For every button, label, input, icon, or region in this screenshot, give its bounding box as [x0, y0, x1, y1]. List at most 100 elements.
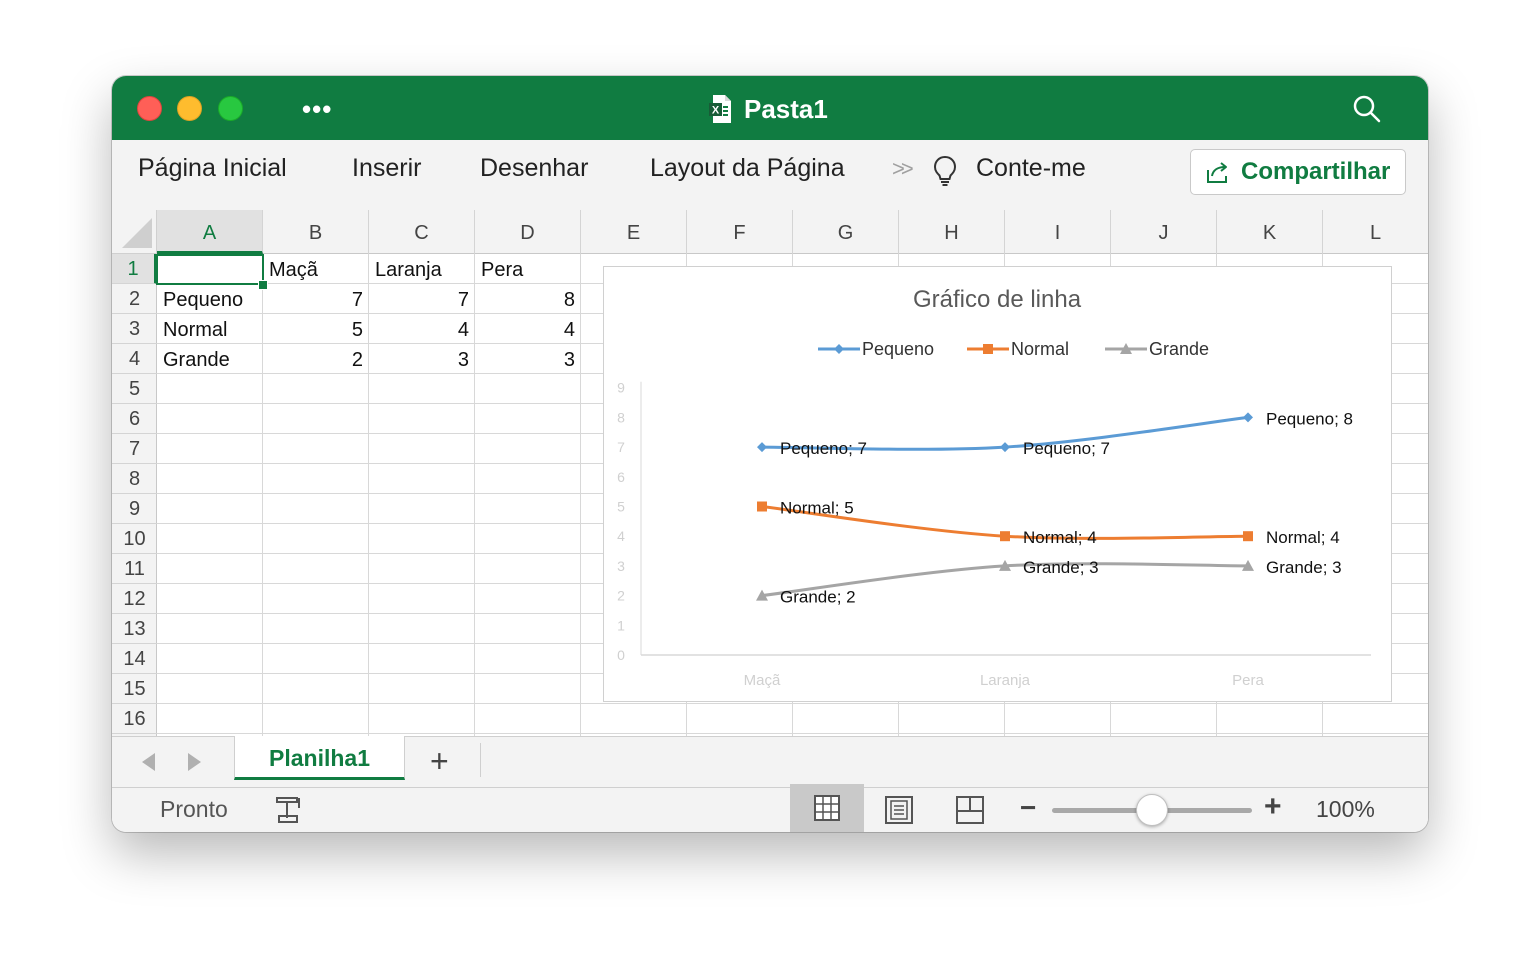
tab-desenhar[interactable]: Desenhar — [480, 154, 588, 183]
data-label-pequeno: Pequeno; 7 — [1023, 439, 1110, 458]
add-sheet-button[interactable]: + — [430, 743, 449, 780]
column-header-f[interactable]: F — [687, 210, 793, 254]
share-button[interactable]: Compartilhar — [1190, 149, 1406, 195]
column-header-i[interactable]: I — [1005, 210, 1111, 254]
row-header-10[interactable]: 10 — [112, 524, 157, 554]
select-all-corner[interactable] — [112, 210, 157, 254]
normal-view-button[interactable] — [790, 784, 864, 832]
y-tick-label: 8 — [617, 409, 625, 425]
lightbulb-icon[interactable] — [932, 154, 958, 188]
row-header-16[interactable]: 16 — [112, 704, 157, 734]
data-label-normal: Normal; 5 — [780, 499, 854, 518]
share-label: Compartilhar — [1241, 158, 1391, 185]
zoom-in-button[interactable]: + — [1264, 790, 1282, 824]
tab-inserir[interactable]: Inserir — [352, 154, 421, 183]
column-header-d[interactable]: D — [475, 210, 581, 254]
column-header-j[interactable]: J — [1111, 210, 1217, 254]
zoom-slider-thumb[interactable] — [1136, 794, 1168, 826]
column-header-b[interactable]: B — [263, 210, 369, 254]
page-layout-view-icon[interactable] — [884, 795, 914, 825]
cell-value[interactable]: 7 — [369, 284, 475, 314]
y-tick-label: 3 — [617, 558, 625, 574]
row-header-1[interactable]: 1 — [112, 254, 157, 284]
cell-value[interactable]: 4 — [369, 314, 475, 344]
cell-value[interactable]: 2 — [263, 344, 369, 374]
row-header-4[interactable]: 4 — [112, 344, 157, 374]
chart-canvas: Gráfico de linha 0 1 2 3 4 5 6 7 8 9 Maçã Laranja Pe… — [617, 286, 1371, 689]
cell-header-b[interactable]: Maçã — [263, 254, 369, 284]
cell-row-label[interactable]: Normal — [157, 314, 263, 344]
column-header-l[interactable]: L — [1323, 210, 1428, 254]
x-tick-label: Pera — [1232, 672, 1264, 689]
y-tick-label: 2 — [617, 588, 625, 604]
y-tick-label: 6 — [617, 469, 625, 485]
cell-value[interactable]: 3 — [369, 344, 475, 374]
title-bar: ••• X Pasta1 — [112, 76, 1428, 140]
sheet-tab-planilha1[interactable]: Planilha1 — [234, 736, 405, 780]
row-header-11[interactable]: 11 — [112, 554, 157, 584]
x-tick-label: Maçã — [744, 672, 781, 689]
page-break-view-icon[interactable] — [955, 795, 985, 825]
legend-label-grande: Grande — [1149, 339, 1209, 359]
cell-value[interactable]: 4 — [475, 314, 581, 344]
y-tick-label: 7 — [617, 439, 625, 455]
legend-label-normal: Normal — [1011, 339, 1069, 359]
close-window-button[interactable] — [137, 96, 162, 121]
row-header-8[interactable]: 8 — [112, 464, 157, 494]
row-gridline — [157, 733, 1428, 734]
data-point-pequeno — [1000, 442, 1010, 453]
svg-text:X: X — [712, 105, 720, 117]
column-header-e[interactable]: E — [581, 210, 687, 254]
zoom-window-button[interactable] — [218, 96, 243, 121]
data-label-grande: Grande; 3 — [1023, 558, 1099, 577]
row-header-3[interactable]: 3 — [112, 314, 157, 344]
search-icon[interactable] — [1352, 94, 1382, 124]
column-header-k[interactable]: K — [1217, 210, 1323, 254]
row-gridline — [157, 703, 1428, 704]
excel-window: ••• X Pasta1 Página Inicial Inserir Dese… — [112, 76, 1428, 832]
worksheet-grid[interactable]: ABCDEFGHIJKL 1 2 3 4 5 6 7 8 9 10 11 12 13 14 15 16 Maç… — [112, 210, 1428, 736]
cell-row-label[interactable]: Pequeno — [157, 284, 263, 314]
minimize-window-button[interactable] — [177, 96, 202, 121]
column-header-h[interactable]: H — [899, 210, 1005, 254]
next-sheet-arrow-icon[interactable] — [188, 753, 201, 771]
cell-value[interactable]: 5 — [263, 314, 369, 344]
data-label-normal: Normal; 4 — [1023, 528, 1097, 547]
macro-recording-icon[interactable] — [274, 794, 306, 826]
y-tick-label: 0 — [617, 647, 625, 663]
tab-pagina-inicial[interactable]: Página Inicial — [138, 154, 287, 183]
more-options-icon[interactable]: ••• — [302, 94, 332, 125]
row-header-6[interactable]: 6 — [112, 404, 157, 434]
column-header-a[interactable]: A — [157, 210, 263, 254]
cell-value[interactable]: 8 — [475, 284, 581, 314]
cell-header-d[interactable]: Pera — [475, 254, 581, 284]
row-header-12[interactable]: 12 — [112, 584, 157, 614]
tab-layout-da-pagina[interactable]: Layout da Página — [650, 154, 845, 183]
row-header-15[interactable]: 15 — [112, 674, 157, 704]
zoom-out-button[interactable]: − — [1020, 792, 1036, 824]
data-point-pequeno — [757, 442, 767, 453]
column-header-g[interactable]: G — [793, 210, 899, 254]
row-header-13[interactable]: 13 — [112, 614, 157, 644]
row-header-14[interactable]: 14 — [112, 644, 157, 674]
row-header-5[interactable]: 5 — [112, 374, 157, 404]
data-point-normal — [1243, 531, 1253, 542]
y-tick-label: 1 — [617, 617, 625, 633]
line-chart[interactable]: Gráfico de linha 0 1 2 3 4 5 6 7 8 9 Maçã Laranja Pe… — [603, 266, 1392, 702]
chevron-double-right-icon[interactable]: >> — [892, 156, 914, 182]
cell-header-c[interactable]: Laranja — [369, 254, 475, 284]
y-tick-label: 4 — [617, 528, 625, 544]
row-header-2[interactable]: 2 — [112, 284, 157, 314]
tell-me-search[interactable]: Conte-me — [976, 154, 1086, 183]
excel-icon: X — [709, 95, 731, 123]
cell-row-label[interactable]: Grande — [157, 344, 263, 374]
column-header-c[interactable]: C — [369, 210, 475, 254]
previous-sheet-arrow-icon[interactable] — [142, 753, 155, 771]
active-cell-a1[interactable] — [156, 254, 264, 285]
row-header-9[interactable]: 9 — [112, 494, 157, 524]
zoom-level[interactable]: 100% — [1316, 796, 1375, 823]
row-header-7[interactable]: 7 — [112, 434, 157, 464]
cell-value[interactable]: 7 — [263, 284, 369, 314]
data-point-normal — [1000, 531, 1010, 542]
cell-value[interactable]: 3 — [475, 344, 581, 374]
